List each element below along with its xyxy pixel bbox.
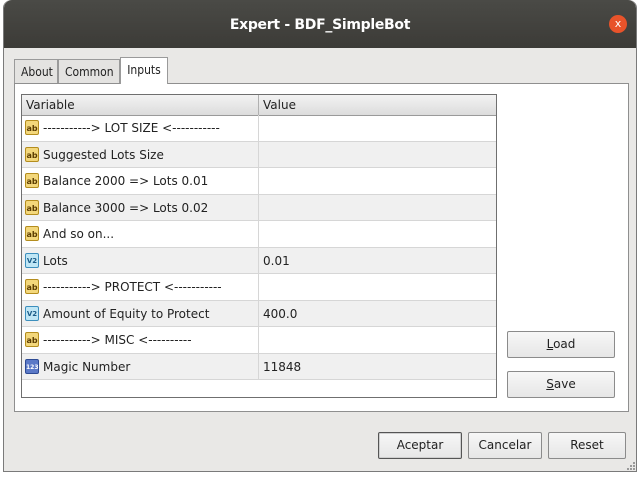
cancel-button[interactable]: Cancelar bbox=[468, 432, 542, 459]
table-row[interactable]: 123 Magic Number 11848 bbox=[22, 353, 496, 380]
table-row[interactable]: ab -----------> PROTECT <----------- bbox=[22, 274, 496, 301]
value-cell[interactable] bbox=[259, 168, 496, 194]
variable-name: Suggested Lots Size bbox=[43, 147, 164, 162]
string-type-icon: ab bbox=[25, 173, 39, 188]
variable-name: -----------> LOT SIZE <----------- bbox=[43, 121, 220, 135]
value-cell[interactable]: 11848 bbox=[259, 354, 496, 380]
save-button[interactable]: Save bbox=[507, 371, 615, 398]
title-bar[interactable]: Expert - BDF_SimpleBot x bbox=[4, 0, 636, 48]
variable-name: -----------> PROTECT <----------- bbox=[43, 280, 222, 294]
string-type-icon: ab bbox=[25, 279, 39, 294]
table-row[interactable]: ab -----------> LOT SIZE <----------- bbox=[22, 115, 496, 142]
table-row[interactable]: V2 Amount of Equity to Protect 400.0 bbox=[22, 300, 496, 327]
string-type-icon: ab bbox=[25, 199, 39, 215]
column-header-variable[interactable]: Variable bbox=[22, 95, 259, 115]
resize-grip[interactable] bbox=[625, 460, 635, 470]
value-cell[interactable] bbox=[259, 274, 496, 300]
variable-cell: ab -----------> PROTECT <----------- bbox=[22, 274, 259, 300]
load-button[interactable]: Load bbox=[507, 331, 615, 358]
variable-name: Lots bbox=[43, 253, 68, 268]
variable-name: Balance 3000 => Lots 0.02 bbox=[43, 200, 209, 215]
value-cell[interactable] bbox=[259, 221, 496, 247]
table-row[interactable]: ab Balance 3000 => Lots 0.02 bbox=[22, 194, 496, 221]
variable-name: -----------> MISC <---------- bbox=[43, 333, 192, 347]
variable-cell: V2 Lots bbox=[22, 247, 259, 273]
table-body: ab -----------> LOT SIZE <----------- ab… bbox=[22, 115, 496, 380]
value-cell[interactable]: 400.0 bbox=[259, 301, 496, 327]
value-cell[interactable] bbox=[259, 195, 496, 221]
inputs-table[interactable]: Variable Value ab -----------> LOT SIZE … bbox=[21, 94, 497, 398]
table-row[interactable]: V2 Lots 0.01 bbox=[22, 247, 496, 274]
string-type-icon: ab bbox=[25, 146, 39, 162]
variable-cell: ab -----------> MISC <---------- bbox=[22, 327, 259, 353]
reset-button[interactable]: Reset bbox=[548, 432, 626, 459]
value-cell[interactable] bbox=[259, 327, 496, 353]
table-row[interactable]: ab Suggested Lots Size bbox=[22, 141, 496, 168]
variable-name: Magic Number bbox=[43, 359, 131, 374]
tab-common[interactable]: Common bbox=[58, 59, 120, 83]
variable-cell: ab Balance 3000 => Lots 0.02 bbox=[22, 194, 259, 220]
table-row[interactable]: ab -----------> MISC <---------- bbox=[22, 327, 496, 354]
variable-name: Amount of Equity to Protect bbox=[43, 306, 210, 321]
tab-inputs[interactable]: Inputs bbox=[120, 57, 168, 84]
variable-cell: ab Balance 2000 => Lots 0.01 bbox=[22, 168, 259, 194]
string-type-icon: ab bbox=[25, 120, 39, 135]
integer-type-icon: 123 bbox=[25, 358, 39, 374]
table-header: Variable Value bbox=[22, 95, 496, 116]
variable-cell: ab And so on... bbox=[22, 221, 259, 247]
column-header-value[interactable]: Value bbox=[259, 95, 496, 115]
string-type-icon: ab bbox=[25, 226, 39, 241]
table-row[interactable]: ab And so on... bbox=[22, 221, 496, 248]
accept-button[interactable]: Aceptar bbox=[378, 432, 462, 459]
string-type-icon: ab bbox=[25, 332, 39, 347]
double-type-icon: V2 bbox=[25, 252, 39, 268]
double-type-icon: V2 bbox=[25, 305, 39, 321]
variable-cell: V2 Amount of Equity to Protect bbox=[22, 300, 259, 326]
value-cell[interactable] bbox=[259, 115, 496, 141]
value-cell[interactable] bbox=[259, 142, 496, 168]
value-cell[interactable]: 0.01 bbox=[259, 248, 496, 274]
variable-cell: 123 Magic Number bbox=[22, 353, 259, 379]
variable-cell: ab -----------> LOT SIZE <----------- bbox=[22, 115, 259, 141]
dialog-title: Expert - BDF_SimpleBot bbox=[229, 17, 411, 33]
variable-name: Balance 2000 => Lots 0.01 bbox=[43, 174, 209, 188]
table-row[interactable]: ab Balance 2000 => Lots 0.01 bbox=[22, 168, 496, 195]
variable-name: And so on... bbox=[43, 227, 115, 241]
variable-cell: ab Suggested Lots Size bbox=[22, 141, 259, 167]
tab-about[interactable]: About bbox=[14, 59, 58, 83]
close-button[interactable]: x bbox=[609, 15, 627, 33]
